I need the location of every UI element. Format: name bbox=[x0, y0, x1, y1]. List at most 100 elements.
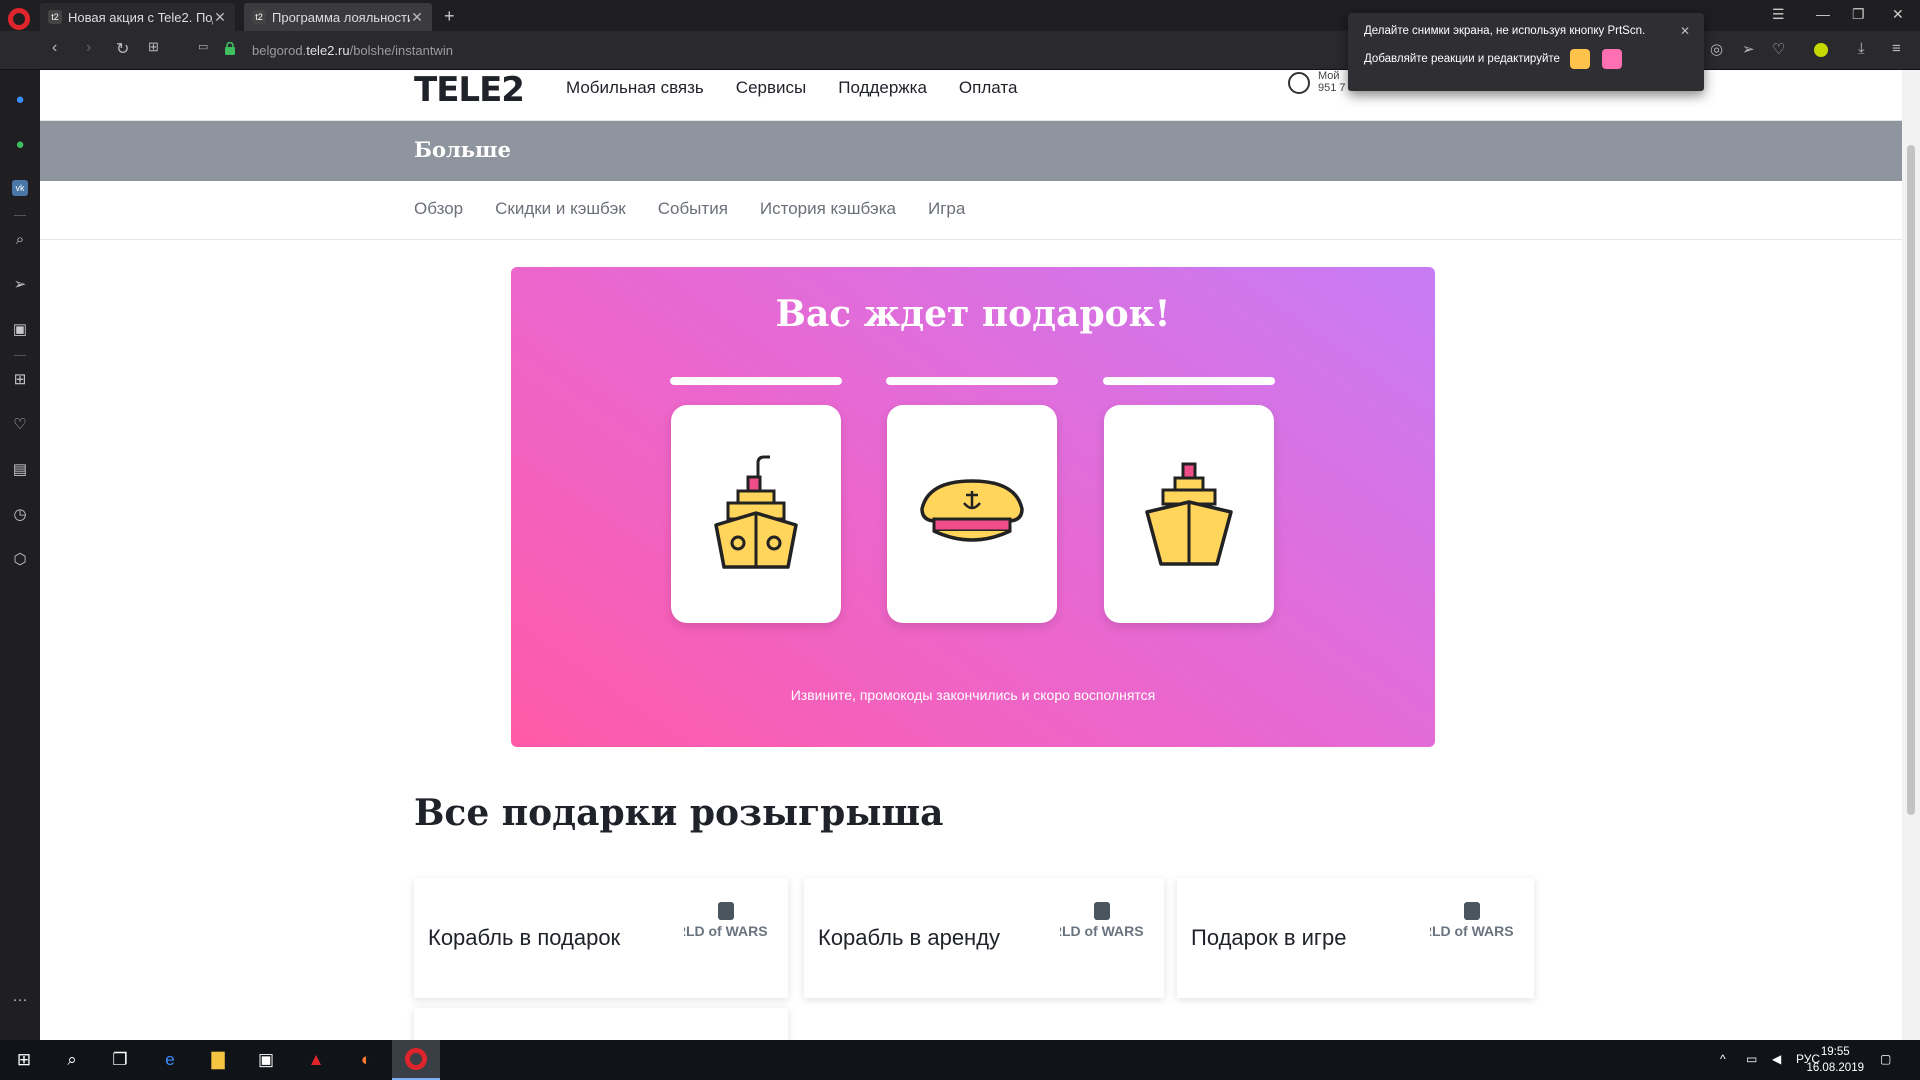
prize-card-4[interactable] bbox=[414, 1008, 788, 1040]
extensions-icon[interactable]: ⬡ bbox=[10, 550, 30, 570]
ccleaner-icon[interactable]: ◐ bbox=[354, 1048, 378, 1072]
sidebar: ● ● vk ⌕ ➢ ▣ ⊞ ♡ ▤ ◷ ⬡ ··· bbox=[0, 70, 40, 1040]
messenger-icon[interactable]: ● bbox=[10, 90, 30, 110]
tray-chevron-icon[interactable]: ^ bbox=[1720, 1052, 1726, 1066]
tip-line-1: Делайте снимки экрана, не используя кноп… bbox=[1364, 25, 1646, 37]
scrollbar-thumb[interactable] bbox=[1907, 145, 1915, 815]
network-icon[interactable]: ▭ bbox=[1746, 1052, 1757, 1066]
prize-name: Корабль в аренду bbox=[818, 925, 1001, 950]
back-icon[interactable]: ‹ bbox=[52, 39, 57, 57]
tip-line-2: Добавляйте реакции и редактируйте bbox=[1364, 53, 1560, 65]
opera-taskbar-button[interactable] bbox=[392, 1040, 440, 1080]
reload-icon[interactable]: ↻ bbox=[116, 39, 129, 59]
tab-2[interactable]: t2 Программа лояльности « ✕ bbox=[244, 3, 432, 31]
history-icon[interactable]: ◷ bbox=[10, 505, 30, 525]
world-of-warships-logo: WORLD of WARSHIPS bbox=[684, 902, 768, 939]
subnav-overview[interactable]: Обзор bbox=[414, 199, 463, 219]
windows-taskbar: ⊞ ⌕ ❐ e ▇ ▣ ▲ ◐ bbox=[0, 1040, 1920, 1080]
edge-icon[interactable]: e bbox=[158, 1048, 182, 1072]
tab-title: Новая акция с Tele2. Пода bbox=[68, 9, 213, 25]
minimize-icon[interactable]: — bbox=[1816, 6, 1830, 22]
new-tab-icon[interactable]: + bbox=[444, 6, 455, 27]
camera-icon[interactable]: ◎ bbox=[1710, 40, 1723, 58]
user-icon bbox=[1288, 72, 1310, 94]
gift-card-1[interactable] bbox=[671, 405, 841, 623]
download-icon[interactable]: ⤓ bbox=[1858, 40, 1865, 57]
vpn-icon[interactable] bbox=[1814, 43, 1828, 57]
account-menu[interactable]: Мой 951 7 bbox=[1288, 70, 1346, 94]
acrobat-icon[interactable]: ▲ bbox=[304, 1048, 328, 1072]
tab-title: Программа лояльности « bbox=[272, 9, 410, 25]
prize-card-1[interactable]: Корабль в подарок WORLD of WARSHIPS bbox=[414, 878, 788, 998]
whatsapp-icon[interactable]: ● bbox=[10, 135, 30, 155]
windows-start-icon[interactable]: ⊞ bbox=[12, 1048, 36, 1072]
promo-message: Извините, промокоды закончились и скоро … bbox=[790, 687, 1156, 703]
close-tab-icon[interactable]: ✕ bbox=[410, 9, 424, 26]
more-icon[interactable]: ··· bbox=[10, 990, 30, 1010]
news-icon[interactable]: ▤ bbox=[10, 460, 30, 480]
ship-icon bbox=[714, 455, 798, 569]
page-scrollbar[interactable] bbox=[1902, 70, 1920, 1040]
speed-dial-icon[interactable]: ⊞ bbox=[148, 39, 159, 55]
section-header: Больше bbox=[40, 121, 1902, 181]
prize-card-3[interactable]: Подарок в игре WORLD of WARSHIPS bbox=[1177, 878, 1534, 998]
subnav-game[interactable]: Игра bbox=[928, 199, 965, 219]
subnav-discounts[interactable]: Скидки и кэшбэк bbox=[495, 199, 626, 219]
taskbar-clock[interactable]: 19:55 16.08.2019 bbox=[1806, 1044, 1864, 1076]
wallet-icon[interactable]: ▣ bbox=[10, 320, 30, 340]
menu-icon[interactable]: ≡ bbox=[1892, 40, 1901, 57]
address-bar[interactable]: belgorod.tele2.ru/bolshe/instantwin bbox=[252, 43, 453, 58]
close-icon[interactable]: ✕ bbox=[1680, 24, 1690, 38]
card-indicator bbox=[886, 377, 1058, 385]
close-window-icon[interactable]: ✕ bbox=[1892, 6, 1904, 23]
emoji-icon bbox=[1602, 49, 1622, 69]
page-info-icon[interactable]: ▭ bbox=[198, 40, 208, 53]
restore-icon[interactable]: ❐ bbox=[1852, 6, 1865, 23]
send-icon[interactable]: ➢ bbox=[10, 275, 30, 295]
gift-card-2[interactable] bbox=[887, 405, 1057, 623]
vk-icon[interactable]: vk bbox=[12, 180, 28, 196]
tele2-logo[interactable]: TELE2 bbox=[414, 70, 525, 110]
tele2-favicon-icon: t2 bbox=[48, 10, 62, 24]
sub-nav: Обзор Скидки и кэшбэк События История кэ… bbox=[40, 181, 1902, 240]
lock-icon bbox=[225, 42, 235, 55]
card-indicator bbox=[1103, 377, 1275, 385]
notifications-icon[interactable]: ▢ bbox=[1880, 1052, 1891, 1066]
captain-hat-icon bbox=[920, 479, 1024, 542]
store-icon[interactable]: ▣ bbox=[254, 1048, 278, 1072]
gift-game-panel: Вас ждет подарок! Извините, промокоды за… bbox=[511, 267, 1435, 747]
gift-card-3[interactable] bbox=[1104, 405, 1274, 623]
subnav-events[interactable]: События bbox=[658, 199, 728, 219]
nav-support[interactable]: Поддержка bbox=[838, 78, 927, 98]
nav-payment[interactable]: Оплата bbox=[959, 78, 1017, 98]
card-indicator bbox=[670, 377, 842, 385]
account-phone: 951 7 bbox=[1318, 82, 1346, 94]
subnav-cashback-history[interactable]: История кэшбэка bbox=[760, 199, 896, 219]
world-of-warships-logo: WORLD of WARSHIPS bbox=[1430, 902, 1514, 939]
volume-icon[interactable]: ◀ bbox=[1772, 1052, 1781, 1066]
file-explorer-icon[interactable]: ▇ bbox=[206, 1048, 230, 1072]
prize-name: Подарок в игре bbox=[1191, 925, 1347, 950]
task-view-icon[interactable]: ❐ bbox=[108, 1048, 132, 1072]
heart-icon[interactable]: ♡ bbox=[1772, 40, 1785, 58]
gift-title: Вас ждет подарок! bbox=[775, 293, 1171, 335]
close-tab-icon[interactable]: ✕ bbox=[213, 9, 227, 26]
nav-services[interactable]: Сервисы bbox=[736, 78, 806, 98]
search-icon[interactable]: ⌕ bbox=[10, 230, 30, 250]
tele2-favicon-icon: t2 bbox=[252, 10, 266, 24]
forward-icon[interactable]: › bbox=[86, 39, 91, 57]
heart-icon[interactable]: ♡ bbox=[10, 415, 30, 435]
nav-mobile[interactable]: Мобильная связь bbox=[566, 78, 704, 98]
tab-1[interactable]: t2 Новая акция с Tele2. Пода ✕ bbox=[40, 3, 235, 31]
battleship-icon bbox=[1145, 462, 1233, 566]
prizes-title: Все подарки розыгрыша bbox=[414, 792, 944, 834]
tabs-menu-icon[interactable]: ☰ bbox=[1772, 6, 1785, 23]
svg-text:WORLD of WARSHIPS: WORLD of WARSHIPS bbox=[684, 923, 768, 939]
prize-card-2[interactable]: Корабль в аренду WORLD of WARSHIPS bbox=[804, 878, 1164, 998]
speed-dial-icon[interactable]: ⊞ bbox=[10, 370, 30, 390]
opera-menu-icon[interactable] bbox=[8, 8, 30, 30]
send-icon[interactable]: ➢ bbox=[1742, 40, 1755, 58]
account-label: Мой bbox=[1318, 70, 1340, 82]
search-icon[interactable]: ⌕ bbox=[60, 1048, 84, 1072]
svg-text:WORLD of WARSHIPS: WORLD of WARSHIPS bbox=[1430, 923, 1514, 939]
